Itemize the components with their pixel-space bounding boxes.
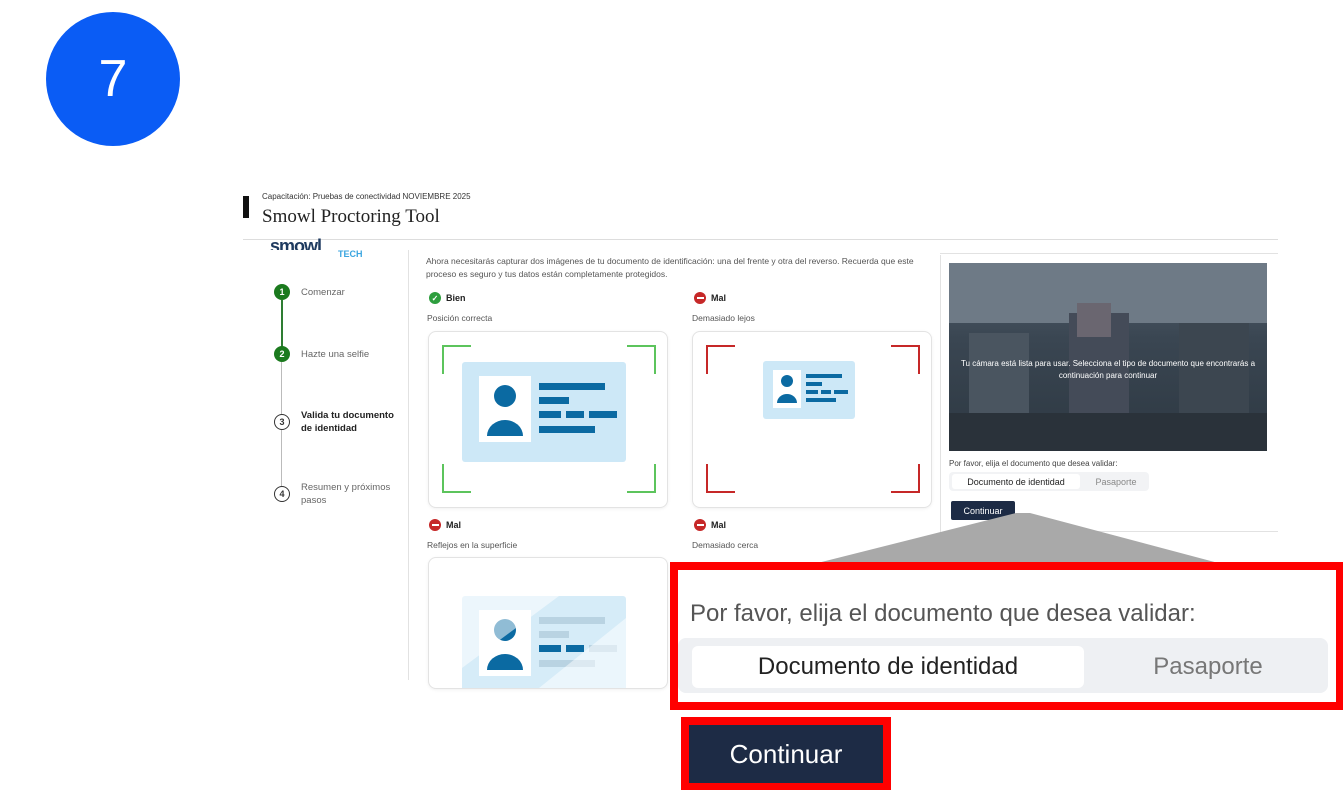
step-3-dot: 3: [274, 414, 290, 430]
step-1-dot: 1: [274, 284, 290, 300]
example-2-verdict: Mal: [694, 292, 726, 304]
intro-text: Ahora necesitarás capturar dos imágenes …: [426, 256, 914, 279]
step-1-label[interactable]: Comenzar: [301, 286, 345, 299]
panel-top-border: [940, 253, 1278, 254]
zoom-choice-label: Por favor, elija el documento que desea …: [690, 600, 1196, 627]
example-2-caption: Demasiado lejos: [692, 313, 755, 323]
example-1-caption: Posición correcta: [427, 313, 493, 323]
verdict-text: Mal: [446, 520, 462, 530]
verdict-text: Bien: [446, 293, 466, 303]
logo-text: smowl: [270, 236, 322, 250]
app-title: Smowl Proctoring Tool: [262, 206, 440, 227]
continue-button[interactable]: Continuar: [951, 501, 1015, 520]
step-2-dot: 2: [274, 346, 290, 362]
example-3-card: [428, 557, 668, 689]
zoom-option-pasaporte[interactable]: Pasaporte: [1118, 646, 1298, 688]
example-3-verdict: Mal: [429, 519, 461, 531]
zoom-continue-button[interactable]: Continuar: [689, 725, 883, 783]
camera-ready-message: Tu cámara está lista para usar. Seleccio…: [960, 359, 1256, 380]
course-name: Capacitación: Pruebas de conectividad NO…: [262, 192, 471, 201]
minus-circle-icon: [429, 519, 441, 531]
step-number-badge: 7: [46, 12, 180, 146]
minus-circle-icon: [694, 292, 706, 304]
option-documento-identidad[interactable]: Documento de identidad: [952, 474, 1080, 489]
example-4-verdict: Mal: [694, 519, 726, 531]
zoom-option-documento-identidad[interactable]: Documento de identidad: [692, 646, 1084, 688]
example-4-caption: Demasiado cerca: [692, 540, 759, 550]
step-4-label[interactable]: Resumen y próximos pasos: [301, 481, 401, 507]
id-correct-illustration: [442, 345, 656, 493]
id-reflection-illustration: [462, 596, 626, 688]
example-3-caption: Reflejos en la superficie: [427, 540, 518, 550]
zoom-document-choice: Por favor, elija el documento que desea …: [670, 562, 1343, 710]
option-pasaporte[interactable]: Pasaporte: [1086, 474, 1146, 489]
sidebar-divider: [408, 250, 409, 680]
step-2-label[interactable]: Hazte una selfie: [301, 348, 369, 361]
camera-scene: [949, 263, 1267, 451]
example-2-card: [692, 331, 932, 508]
verdict-text: Mal: [711, 520, 727, 530]
header-divider: [243, 239, 1278, 240]
id-too-far-illustration: [706, 345, 920, 493]
step-4-dot: 4: [274, 486, 290, 502]
camera-preview: Tu cámara está lista para usar. Seleccio…: [949, 263, 1267, 451]
logo: smowl: [270, 236, 321, 250]
document-choice-label: Por favor, elija el documento que desea …: [949, 459, 1118, 468]
panel-divider-bottom: [949, 531, 1278, 532]
minus-circle-icon: [694, 519, 706, 531]
step-number: 7: [98, 50, 128, 108]
logo-sub: TECH: [338, 249, 363, 259]
verdict-text: Mal: [711, 293, 727, 303]
header-accent-bar: [243, 196, 249, 218]
example-1-verdict: ✓ Bien: [429, 292, 466, 304]
example-1-card: [428, 331, 668, 508]
step-3-label[interactable]: Valida tu documento de identidad: [301, 409, 401, 435]
check-icon: ✓: [429, 292, 441, 304]
